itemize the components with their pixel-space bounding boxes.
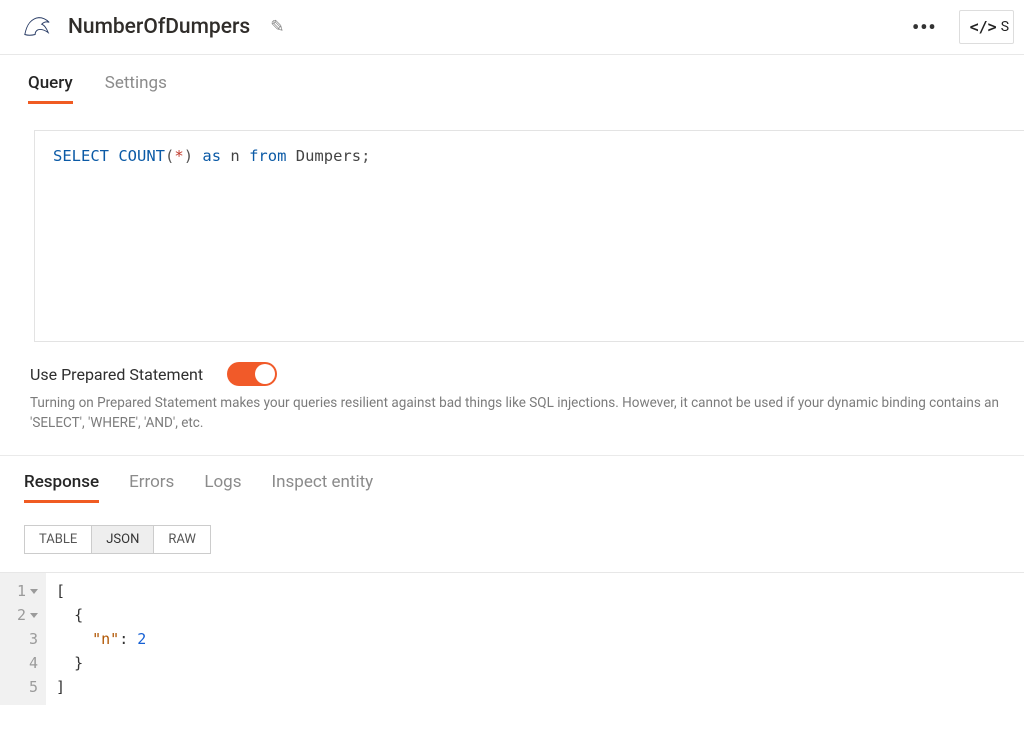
seg-json[interactable]: JSON xyxy=(92,526,154,553)
line-number: 1 xyxy=(17,582,26,600)
header-bar: NumberOfDumpers ✎ ••• </> S xyxy=(0,0,1024,55)
json-colon: : xyxy=(119,630,137,648)
rtab-inspect[interactable]: Inspect entity xyxy=(272,468,374,503)
sql-kw-select: SELECT xyxy=(53,147,109,165)
sql-kw-from: from xyxy=(249,147,286,165)
line-number: 3 xyxy=(29,630,38,648)
tab-query[interactable]: Query xyxy=(28,73,73,104)
code-line: { xyxy=(56,603,146,627)
prepared-row: Use Prepared Statement xyxy=(0,342,1024,386)
response-tabs: Response Errors Logs Inspect entity xyxy=(0,456,1024,503)
code-line: ] xyxy=(56,675,146,699)
code-button[interactable]: </> S xyxy=(959,10,1014,44)
code-line: } xyxy=(56,651,146,675)
code-button-label: S xyxy=(1001,19,1009,35)
database-dolphin-icon xyxy=(22,11,54,43)
rtab-logs[interactable]: Logs xyxy=(204,468,241,503)
rtab-response[interactable]: Response xyxy=(24,468,99,503)
gutter-line: 5 xyxy=(0,675,42,699)
json-brace: } xyxy=(74,654,83,672)
json-bracket: ] xyxy=(56,678,65,696)
json-viewer: 1 2 3 4 5 [ { "n": 2 } ] xyxy=(0,572,1024,705)
line-number: 5 xyxy=(29,678,38,696)
format-segmented: TABLE JSON RAW xyxy=(24,525,211,554)
rtab-errors[interactable]: Errors xyxy=(129,468,174,503)
sql-kw-as: as xyxy=(202,147,221,165)
json-key: "n" xyxy=(92,630,119,648)
json-code[interactable]: [ { "n": 2 } ] xyxy=(46,573,146,705)
sql-alias: n xyxy=(230,147,239,165)
top-tabs: Query Settings xyxy=(0,55,1024,104)
sql-fn-count: COUNT xyxy=(118,147,165,165)
json-number: 2 xyxy=(137,630,146,648)
code-line: [ xyxy=(56,579,146,603)
seg-table[interactable]: TABLE xyxy=(25,526,92,553)
fold-icon[interactable] xyxy=(30,613,38,618)
gutter-line[interactable]: 2 xyxy=(0,603,42,627)
line-number: 4 xyxy=(29,654,38,672)
gutter-line[interactable]: 1 xyxy=(0,579,42,603)
gutter-line: 3 xyxy=(0,627,42,651)
code-glyph-icon: </> xyxy=(970,18,997,36)
sql-semi: ; xyxy=(361,147,370,165)
sql-editor-container: SELECT COUNT(*) as n from Dumpers; xyxy=(0,104,1024,342)
json-brace: { xyxy=(74,606,83,624)
prepared-toggle[interactable] xyxy=(227,362,277,386)
json-bracket: [ xyxy=(56,582,65,600)
sql-paren-open: ( xyxy=(165,147,174,165)
json-gutter: 1 2 3 4 5 xyxy=(0,573,46,705)
gutter-line: 4 xyxy=(0,651,42,675)
sql-table: Dumpers xyxy=(296,147,361,165)
edit-title-icon[interactable]: ✎ xyxy=(270,17,284,37)
sql-editor[interactable]: SELECT COUNT(*) as n from Dumpers; xyxy=(34,130,1024,342)
more-menu-icon[interactable]: ••• xyxy=(902,9,947,45)
line-number: 2 xyxy=(17,606,26,624)
prepared-label: Use Prepared Statement xyxy=(30,365,203,384)
sql-star: * xyxy=(174,147,183,165)
fold-icon[interactable] xyxy=(30,589,38,594)
page-title: NumberOfDumpers xyxy=(68,15,250,39)
prepared-help-text: Turning on Prepared Statement makes your… xyxy=(0,386,1024,455)
sql-paren-close: ) xyxy=(184,147,193,165)
seg-raw[interactable]: RAW xyxy=(154,526,210,553)
code-line: "n": 2 xyxy=(56,627,146,651)
tab-settings[interactable]: Settings xyxy=(105,73,167,104)
